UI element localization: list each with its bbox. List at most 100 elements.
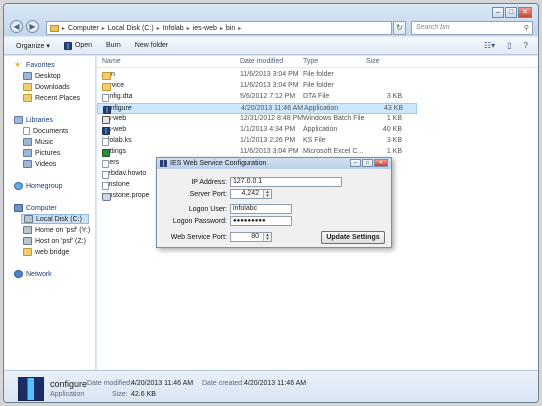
preview-pane-icon[interactable]: ▯ (507, 41, 511, 50)
file-row[interactable]: ies-web 1/1/2013 4:34 PM Application 40 KB (97, 125, 417, 136)
web-port-label: Web Service Port: (170, 234, 227, 241)
chevron-right-icon: ▸ (186, 25, 190, 32)
file-row[interactable]: .svn 11/6/2013 3:04 PM File folder (97, 70, 417, 81)
gear-icon (102, 193, 111, 201)
breadcrumb-ies-web[interactable]: ies-web (193, 25, 217, 32)
file-size: 3 KB (386, 93, 402, 100)
nav-item-documents[interactable]: Documents (23, 127, 68, 135)
spin-arrows-icon[interactable]: ▴ ▾ (263, 233, 271, 242)
nav-item-home-psf[interactable]: Home on 'psf' (Y:) (23, 226, 90, 234)
nav-item-downloads[interactable]: Downloads (23, 83, 70, 91)
breadcrumb-local-disk[interactable]: Local Disk (C:) (108, 25, 154, 32)
file-date: 5/6/2012 7:12 PM (240, 93, 296, 100)
file-size: 3 KB (386, 137, 402, 144)
breadcrumb-computer[interactable]: Computer (68, 25, 99, 32)
logon-user-input[interactable]: infolabc (230, 204, 292, 214)
breadcrumb-infolab[interactable]: Infolab (163, 25, 184, 32)
web-port-stepper[interactable]: 80 ▴ ▾ (230, 232, 272, 242)
app-icon (102, 127, 110, 135)
nav-favorites-label: Favorites (26, 61, 55, 69)
nav-item-pictures[interactable]: Pictures (23, 149, 60, 157)
dialog-title-bar: IES Web Service Configuration – □ ✕ (157, 158, 391, 169)
nav-item-label: Music (35, 138, 54, 146)
open-button[interactable]: Open (63, 41, 92, 50)
file-row[interactable]: configure 4/20/2013 11:46 AM Application 43… (97, 103, 417, 114)
nav-item-label: Local Disk (C:) (36, 215, 82, 223)
column-date-modified[interactable]: Date modified (240, 58, 283, 65)
nav-item-desktop[interactable]: Desktop (23, 72, 61, 80)
file-row[interactable]: ies-web 12/31/2012 8:48 PM Windows Batch F… (97, 114, 417, 125)
chevron-right-icon: ▸ (238, 25, 242, 32)
file-row[interactable]: config.dta 5/6/2012 7:12 PM DTA File 3 KB (97, 92, 417, 103)
folder-icon (23, 248, 32, 256)
burn-button[interactable]: Burn (106, 42, 121, 49)
column-headers: Name Date modified Type Size (97, 56, 538, 68)
update-settings-button[interactable]: Update Settings (321, 231, 385, 244)
music-icon (23, 138, 32, 146)
maximize-button[interactable]: □ (505, 7, 517, 18)
help-icon[interactable]: ? (524, 41, 528, 50)
nav-computer[interactable]: Computer (14, 204, 57, 212)
file-name: config.dta (102, 93, 132, 102)
file-type: File folder (303, 82, 334, 89)
file-name: infolab.ks (102, 137, 132, 146)
nav-favorites[interactable]: ★ Favorites (14, 61, 55, 69)
server-port-value: 4,242 (241, 190, 259, 197)
column-name[interactable]: Name (102, 58, 121, 65)
documents-icon (23, 127, 30, 135)
nav-item-music[interactable]: Music (23, 138, 53, 146)
ip-address-label: IP Address: (191, 179, 227, 186)
refresh-icon: ↻ (396, 23, 403, 32)
dialog-minimize-button[interactable]: – (350, 159, 361, 167)
server-port-stepper[interactable]: 4,242 ▴ ▾ (230, 189, 272, 199)
view-options-icon[interactable]: ☷▾ (484, 41, 495, 50)
navigation-pane: ★ Favorites Desktop Downloads Recent Plac… (4, 56, 96, 370)
file-name: webdav.howto (102, 170, 146, 179)
nav-item-recent-places[interactable]: Recent Places (23, 94, 80, 102)
batch-icon (102, 116, 110, 124)
nav-item-host-psf[interactable]: Host on 'psf' (Z:) (23, 237, 86, 245)
organize-label: Organize ▾ (16, 42, 50, 50)
nav-item-web-bridge[interactable]: web bridge (23, 248, 69, 256)
nav-libraries[interactable]: Libraries (14, 116, 53, 124)
file-date: 11/6/2013 3:04 PM (240, 71, 299, 78)
ip-address-input[interactable]: 127.0.0.1 (230, 177, 342, 187)
minimize-button[interactable]: – (492, 7, 504, 18)
nav-network[interactable]: Network (14, 270, 52, 278)
window-controls: – □ ✕ (492, 7, 532, 18)
file-icon (102, 171, 109, 179)
column-size[interactable]: Size (366, 58, 380, 65)
search-input[interactable]: Search bin ⚲ (411, 21, 533, 35)
chevron-right-icon: ▸ (219, 25, 223, 32)
excel-icon (102, 149, 110, 157)
burn-label: Burn (106, 42, 121, 49)
nav-item-label: Recent Places (35, 94, 81, 102)
column-type[interactable]: Type (303, 58, 318, 65)
spin-arrows-icon[interactable]: ▴ ▾ (263, 190, 271, 199)
logon-password-input[interactable]: ●●●●●●●●● (230, 216, 292, 226)
close-button[interactable]: ✕ (518, 7, 532, 18)
nav-item-label: Documents (33, 127, 69, 135)
organize-button[interactable]: Organize ▾ (16, 42, 50, 50)
dialog-close-button[interactable]: ✕ (374, 159, 388, 167)
nav-item-local-disk[interactable]: Local Disk (C:) (21, 214, 89, 224)
new-folder-button[interactable]: New folder (135, 42, 168, 49)
details-date-modified-label: Date modified: (87, 380, 133, 387)
folder-icon (102, 72, 111, 80)
address-bar[interactable]: ▸ Computer ▸ Local Disk (C:) ▸ Infolab ▸… (46, 21, 392, 35)
file-row[interactable]: service 11/6/2013 3:04 PM File folder (97, 81, 417, 92)
nav-item-videos[interactable]: Videos (23, 160, 56, 168)
details-date-modified: 4/20/2013 11:46 AM (131, 380, 194, 387)
back-button[interactable]: ◀ (10, 20, 23, 33)
details-date-created: 4/20/2013 11:46 AM (244, 380, 307, 387)
refresh-button[interactable]: ↻ (393, 21, 406, 35)
file-row[interactable]: infolab.ks 1/1/2013 2:26 PM KS File 3 KB (97, 136, 417, 147)
downloads-icon (23, 83, 32, 91)
forward-button[interactable]: ▶ (26, 20, 39, 33)
command-bar: Organize ▾ Open Burn New folder ☷▾ ▯ ? (4, 37, 538, 55)
breadcrumb-bin[interactable]: bin (226, 25, 235, 32)
nav-homegroup[interactable]: Homegroup (14, 182, 63, 190)
dialog-maximize-button[interactable]: □ (362, 159, 373, 167)
logon-user-label: Logon User: (188, 206, 227, 213)
recent-places-icon (23, 94, 32, 102)
